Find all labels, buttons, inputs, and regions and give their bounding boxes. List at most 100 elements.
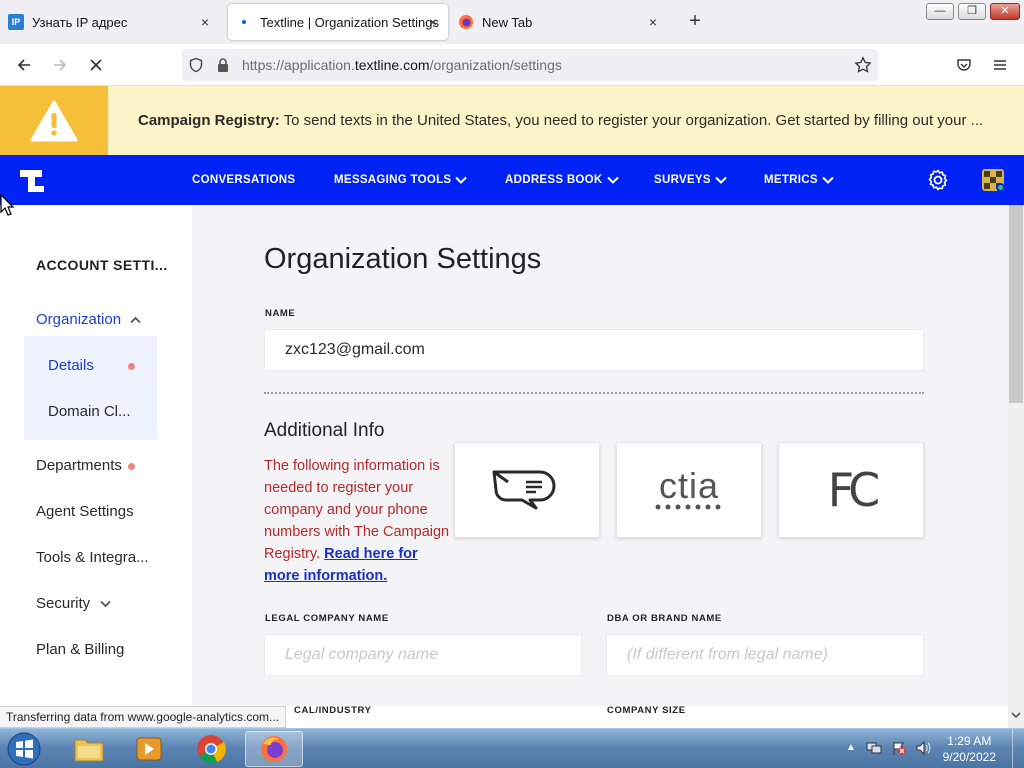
clock-date: 9/20/2022: [942, 750, 996, 764]
sidebar-item-details[interactable]: Details: [48, 357, 94, 374]
padlock-icon[interactable]: [216, 57, 230, 78]
tab-title: Textline | Organization Settings: [260, 14, 439, 30]
nav-messaging-tools[interactable]: MESSAGING TOOLS: [334, 174, 468, 186]
show-hidden-icons-arrow[interactable]: ▲: [846, 742, 856, 753]
vertical-industry-label: CAL/INDUSTRY: [294, 705, 372, 716]
settings-sidebar: ACCOUNT SETTI... Organization Details Do…: [0, 205, 192, 706]
maximize-window-button[interactable]: ❐: [958, 3, 986, 20]
warning-icon: [0, 86, 108, 155]
url-host: textline.com: [354, 57, 430, 73]
chrome-taskbar-icon[interactable]: [182, 731, 240, 767]
loading-dot-icon: [236, 14, 252, 30]
chevron-down-icon: [715, 176, 727, 184]
show-desktop-button[interactable]: [1012, 729, 1024, 768]
network-tray-icon[interactable]: [866, 740, 882, 761]
tab-title: Узнать IP адрес: [32, 14, 128, 30]
close-window-button[interactable]: ✕: [990, 3, 1020, 20]
stop-loading-button[interactable]: [83, 53, 109, 77]
campaign-registry-banner[interactable]: Campaign Registry: To send texts in the …: [0, 86, 1024, 155]
attention-dot: [128, 363, 135, 370]
windows-taskbar: ▲ 1:29 AM 9/20/2022: [0, 728, 1024, 768]
sidebar-item-agent-settings[interactable]: Agent Settings: [36, 503, 134, 520]
url-path: /organization/settings: [429, 57, 562, 73]
banner-message: Campaign Registry: To send texts in the …: [138, 112, 983, 129]
browser-tab-strip: IP Узнать IP адрес × Textline | Organiza…: [0, 0, 1024, 44]
sidebar-item-label: Domain Cl...: [48, 403, 131, 420]
legal-company-name-input[interactable]: Legal company name: [264, 634, 582, 676]
user-avatar[interactable]: [982, 169, 1004, 191]
organization-submenu: Details Domain Cl...: [24, 336, 157, 440]
sidebar-item-organization[interactable]: Organization: [36, 311, 141, 328]
app-navigation-bar: CONVERSATIONS MESSAGING TOOLS ADDRESS BO…: [0, 155, 1024, 213]
url-prefix: https://application.: [242, 57, 355, 73]
nav-metrics[interactable]: METRICS: [764, 174, 834, 186]
explorer-taskbar-icon[interactable]: [60, 731, 118, 767]
chevron-down-icon: [100, 600, 111, 608]
dba-brand-name-input[interactable]: (If different from legal name): [606, 634, 924, 676]
company-size-label: COMPANY SIZE: [607, 705, 686, 716]
organization-name-input[interactable]: zxc123@gmail.com: [264, 329, 924, 371]
close-tab-icon[interactable]: ×: [644, 13, 662, 31]
sidebar-item-label: Organization: [36, 311, 122, 328]
close-tab-icon[interactable]: ×: [424, 13, 442, 31]
ctia-logo-text: ctia: [658, 465, 720, 506]
tracking-protection-shield-icon[interactable]: [188, 57, 204, 78]
forward-button[interactable]: [47, 53, 73, 77]
tab-new-tab[interactable]: New Tab ×: [458, 4, 668, 40]
back-button[interactable]: [11, 53, 37, 77]
action-center-flag-icon[interactable]: [891, 740, 907, 761]
settings-gear-icon[interactable]: [926, 168, 950, 197]
sidebar-item-label: Tools & Integra...: [36, 549, 149, 566]
system-clock[interactable]: 1:29 AM 9/20/2022: [943, 733, 996, 765]
nav-surveys[interactable]: SURVEYS: [654, 174, 727, 186]
page-scrollbar[interactable]: [1008, 205, 1024, 728]
sidebar-item-security[interactable]: Security: [36, 595, 111, 612]
scrollbar-thumb[interactable]: [1009, 205, 1023, 403]
sidebar-item-label: Details: [48, 357, 94, 374]
page-title: Organization Settings: [264, 243, 542, 275]
nav-label: CONVERSATIONS: [192, 174, 296, 186]
nav-label: SURVEYS: [654, 174, 711, 186]
nav-address-book[interactable]: ADDRESS BOOK: [505, 174, 619, 186]
nav-label: ADDRESS BOOK: [505, 174, 603, 186]
sidebar-item-tools-integrations[interactable]: Tools & Integra...: [36, 549, 149, 566]
section-divider: [264, 392, 924, 394]
additional-info-warning: The following information is needed to r…: [264, 455, 450, 587]
new-tab-button[interactable]: +: [684, 10, 706, 32]
banner-label: Campaign Registry:: [138, 112, 280, 129]
sidebar-item-label: Plan & Billing: [36, 641, 125, 658]
ip-site-icon: IP: [8, 14, 24, 30]
scroll-down-arrow-icon[interactable]: [1011, 706, 1021, 724]
online-status-indicator: [996, 183, 1004, 191]
legal-name-label: LEGAL COMPANY NAME: [265, 613, 389, 624]
campaign-registry-logo: [454, 442, 600, 538]
address-bar[interactable]: https://application.textline.com/organiz…: [182, 49, 878, 81]
additional-info-heading: Additional Info: [264, 420, 385, 441]
nav-label: METRICS: [764, 174, 818, 186]
tab-ip-address[interactable]: IP Узнать IP адрес ×: [8, 4, 220, 40]
close-tab-icon[interactable]: ×: [196, 13, 214, 31]
browser-status-text: Transferring data from www.google-analyt…: [0, 706, 286, 728]
nav-conversations[interactable]: CONVERSATIONS: [192, 174, 295, 186]
tab-textline-settings[interactable]: Textline | Organization Settings ×: [228, 4, 448, 40]
sidebar-item-plan-billing[interactable]: Plan & Billing: [36, 641, 124, 658]
sidebar-item-domain-claim[interactable]: Domain Cl...: [48, 403, 131, 420]
media-player-taskbar-icon[interactable]: [120, 731, 178, 767]
volume-tray-icon[interactable]: [915, 740, 931, 761]
textline-logo-icon[interactable]: [18, 168, 46, 199]
sidebar-title: ACCOUNT SETTI...: [36, 257, 168, 273]
name-field-label: NAME: [265, 308, 296, 319]
pocket-icon[interactable]: [951, 53, 977, 77]
chevron-down-icon: [455, 176, 468, 184]
start-button[interactable]: [4, 730, 44, 768]
dba-name-label: DBA OR BRAND NAME: [607, 613, 722, 624]
url-text: https://application.textline.com/organiz…: [242, 57, 562, 73]
firefox-taskbar-icon[interactable]: [245, 731, 303, 767]
minimize-window-button[interactable]: —: [926, 3, 954, 20]
chevron-down-icon: [822, 176, 834, 184]
sidebar-item-departments[interactable]: Departments: [36, 457, 122, 474]
bookmark-star-icon[interactable]: [854, 56, 872, 79]
banner-body: To send texts in the United States, you …: [279, 112, 984, 129]
fcc-logo: FC: [778, 442, 924, 538]
app-menu-icon[interactable]: [987, 53, 1013, 77]
